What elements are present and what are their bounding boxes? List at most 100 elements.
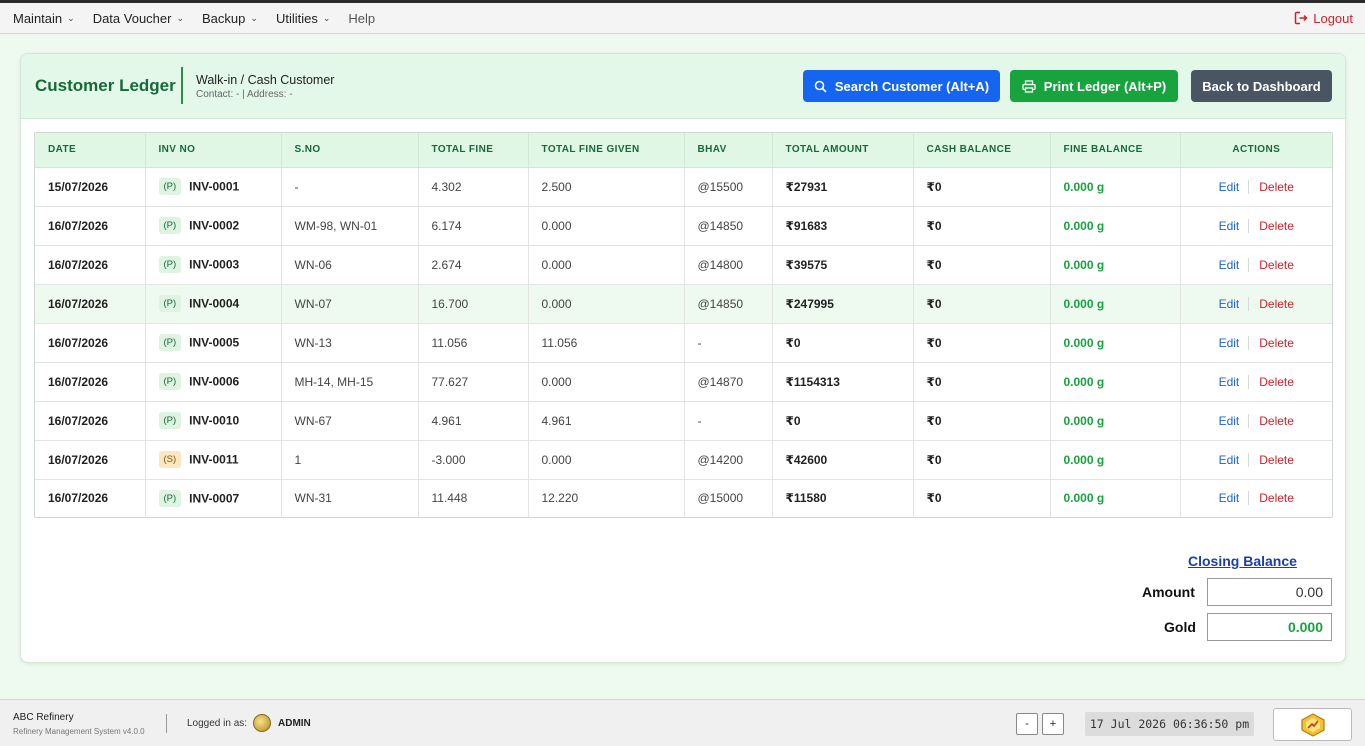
cell-date: 16/07/2026 [35, 479, 146, 517]
zoom-in-button[interactable]: + [1042, 713, 1064, 735]
table-row[interactable]: 15/07/2026 (P) INV-0001 -4.302 2.500 @15500 ₹2… [35, 167, 1332, 207]
edit-button[interactable]: Edit [1218, 296, 1250, 311]
cell-total-fine: 16.700 [418, 284, 529, 324]
cell-actions: Edit Delete [1180, 440, 1332, 480]
menu-data-voucher[interactable]: Data Voucher ⌄ [84, 3, 193, 33]
cell-cash-balance: ₹0 [913, 206, 1051, 246]
delete-button[interactable]: Delete [1249, 414, 1294, 428]
edit-button[interactable]: Edit [1218, 257, 1250, 272]
edit-button[interactable]: Edit [1218, 335, 1250, 350]
cell-fine-given: 0.000 [528, 362, 685, 402]
cell-cash-balance: ₹0 [913, 167, 1051, 207]
menu-help[interactable]: Help [339, 3, 384, 33]
back-to-dashboard-button[interactable]: Back to Dashboard [1191, 70, 1332, 102]
table-row[interactable]: 16/07/2026 (P) INV-0004 WN-07 16.700 0.000 @14… [35, 284, 1332, 324]
delete-button[interactable]: Delete [1249, 180, 1294, 194]
edit-button[interactable]: Edit [1218, 218, 1250, 233]
invoice-number: INV-0002 [189, 218, 240, 233]
search-customer-button[interactable]: Search Customer (Alt+A) [803, 70, 1000, 102]
table-row[interactable]: 16/07/2026 (P) INV-0002 WM-98, WN-01 6.174 0.… [35, 206, 1332, 246]
closing-amount-field[interactable]: 0.00 [1207, 578, 1332, 606]
cell-fine-given: 0.000 [528, 245, 685, 285]
type-badge: (P) [158, 334, 182, 351]
table-row[interactable]: 16/07/2026 (P) INV-0003 WN-06 2.674 0.000 @148… [35, 245, 1332, 285]
menu-maintain[interactable]: Maintain ⌄ [0, 3, 84, 33]
zoom-out-button[interactable]: - [1016, 713, 1038, 735]
cell-sno: MH-14, MH-15 [281, 362, 419, 402]
column-header-sno[interactable]: S.NO [281, 133, 419, 168]
column-header-total-fine-given[interactable]: TOTAL FINE GIVEN [528, 133, 685, 168]
cell-actions: Edit Delete [1180, 479, 1332, 517]
cell-fine-given: 0.000 [528, 206, 685, 246]
type-badge: (P) [158, 217, 182, 234]
cell-inv-no: (P) INV-0010 [145, 401, 282, 441]
cell-cash-balance: ₹0 [913, 362, 1051, 402]
delete-button[interactable]: Delete [1249, 375, 1294, 389]
card-header: Customer Ledger Walk-in / Cash Customer … [21, 54, 1345, 119]
column-header-total-fine[interactable]: TOTAL FINE [418, 133, 529, 168]
table-row[interactable]: 16/07/2026 (P) INV-0006 MH-14, MH-15 77.627 0… [35, 362, 1332, 402]
menu-help-label: Help [348, 10, 376, 26]
closing-balance-link[interactable]: Closing Balance [1188, 553, 1297, 569]
menu-data-voucher-label: Data Voucher [92, 10, 172, 26]
cell-fine-balance: 0.000 g [1050, 401, 1181, 441]
column-header-total-amount[interactable]: TOTAL AMOUNT [772, 133, 914, 168]
type-badge: (P) [158, 412, 182, 429]
logged-in-label: Logged in as: [187, 718, 248, 729]
menu-backup[interactable]: Backup ⌄ [193, 3, 267, 33]
cell-total-fine: 4.961 [418, 401, 529, 441]
table-row[interactable]: 16/07/2026 (P) INV-0010 WN-67 4.961 4.961- ₹0 ₹… [35, 401, 1332, 441]
cell-actions: Edit Delete [1180, 362, 1332, 402]
edit-button[interactable]: Edit [1218, 452, 1250, 467]
invoice-number: INV-0004 [189, 296, 240, 311]
delete-button[interactable]: Delete [1249, 219, 1294, 233]
status-bar: ABC Refinery Refinery Management System … [0, 699, 1365, 746]
cell-bhav: - [684, 401, 773, 441]
cell-total-fine: 4.302 [418, 167, 529, 207]
edit-button[interactable]: Edit [1218, 179, 1250, 194]
column-header-bhav[interactable]: BHAV [684, 133, 773, 168]
menu-backup-label: Backup [202, 10, 246, 26]
cell-total-amount: ₹247995 [772, 284, 914, 324]
ledger-card: Customer Ledger Walk-in / Cash Customer … [20, 53, 1346, 663]
invoice-number: INV-0006 [189, 374, 240, 389]
user-name: ADMIN [278, 718, 311, 729]
cell-fine-given: 11.056 [528, 323, 685, 363]
search-customer-label: Search Customer (Alt+A) [834, 78, 990, 94]
app-version: Refinery Management System v4.0.0 [13, 727, 145, 736]
type-badge: (P) [158, 256, 182, 273]
table-row[interactable]: 16/07/2026 (P) INV-0005 WN-13 11.056 11.056- ₹… [35, 323, 1332, 363]
customer-contact: Contact: - | Address: - [196, 89, 293, 100]
cell-sno: WN-31 [281, 479, 419, 517]
chevron-down-icon: ⌄ [322, 12, 331, 23]
cell-fine-balance: 0.000 g [1050, 167, 1181, 207]
closing-gold-field[interactable]: 0.000 [1207, 613, 1332, 641]
edit-button[interactable]: Edit [1218, 413, 1250, 428]
search-icon [814, 80, 827, 93]
edit-button[interactable]: Edit [1218, 491, 1250, 506]
cell-total-amount: ₹11580 [772, 479, 914, 517]
edit-button[interactable]: Edit [1218, 374, 1250, 389]
cell-cash-balance: ₹0 [913, 440, 1051, 480]
cell-total-fine: 11.056 [418, 323, 529, 363]
delete-button[interactable]: Delete [1249, 258, 1294, 272]
column-header-fine-balance[interactable]: FINE BALANCE [1050, 133, 1181, 168]
column-header-inv-no[interactable]: INV NO [145, 133, 282, 168]
print-ledger-button[interactable]: Print Ledger (Alt+P) [1010, 70, 1178, 102]
delete-button[interactable]: Delete [1249, 297, 1294, 311]
logout-label: Logout [1313, 10, 1353, 26]
delete-button[interactable]: Delete [1249, 336, 1294, 350]
table-row[interactable]: 16/07/2026 (S) INV-0011 1 -3.000 0.000 @14200 ₹… [35, 440, 1332, 480]
delete-button[interactable]: Delete [1249, 453, 1294, 467]
menu-utilities[interactable]: Utilities ⌄ [267, 3, 339, 33]
column-header-cash-balance[interactable]: CASH BALANCE [913, 133, 1051, 168]
logout-button[interactable]: Logout [1294, 3, 1353, 33]
table-row[interactable]: 16/07/2026 (P) INV-0007 WN-31 11.448 12.220 @1… [35, 479, 1332, 517]
ledger-table: DATE INV NO S.NO TOTAL FINE TOTAL FINE G… [35, 133, 1332, 517]
app-logo-button[interactable] [1273, 708, 1352, 741]
delete-button[interactable]: Delete [1249, 491, 1294, 505]
cell-total-amount: ₹27931 [772, 167, 914, 207]
column-header-date[interactable]: DATE [35, 133, 146, 168]
invoice-number: INV-0001 [189, 179, 240, 194]
cell-actions: Edit Delete [1180, 206, 1332, 246]
